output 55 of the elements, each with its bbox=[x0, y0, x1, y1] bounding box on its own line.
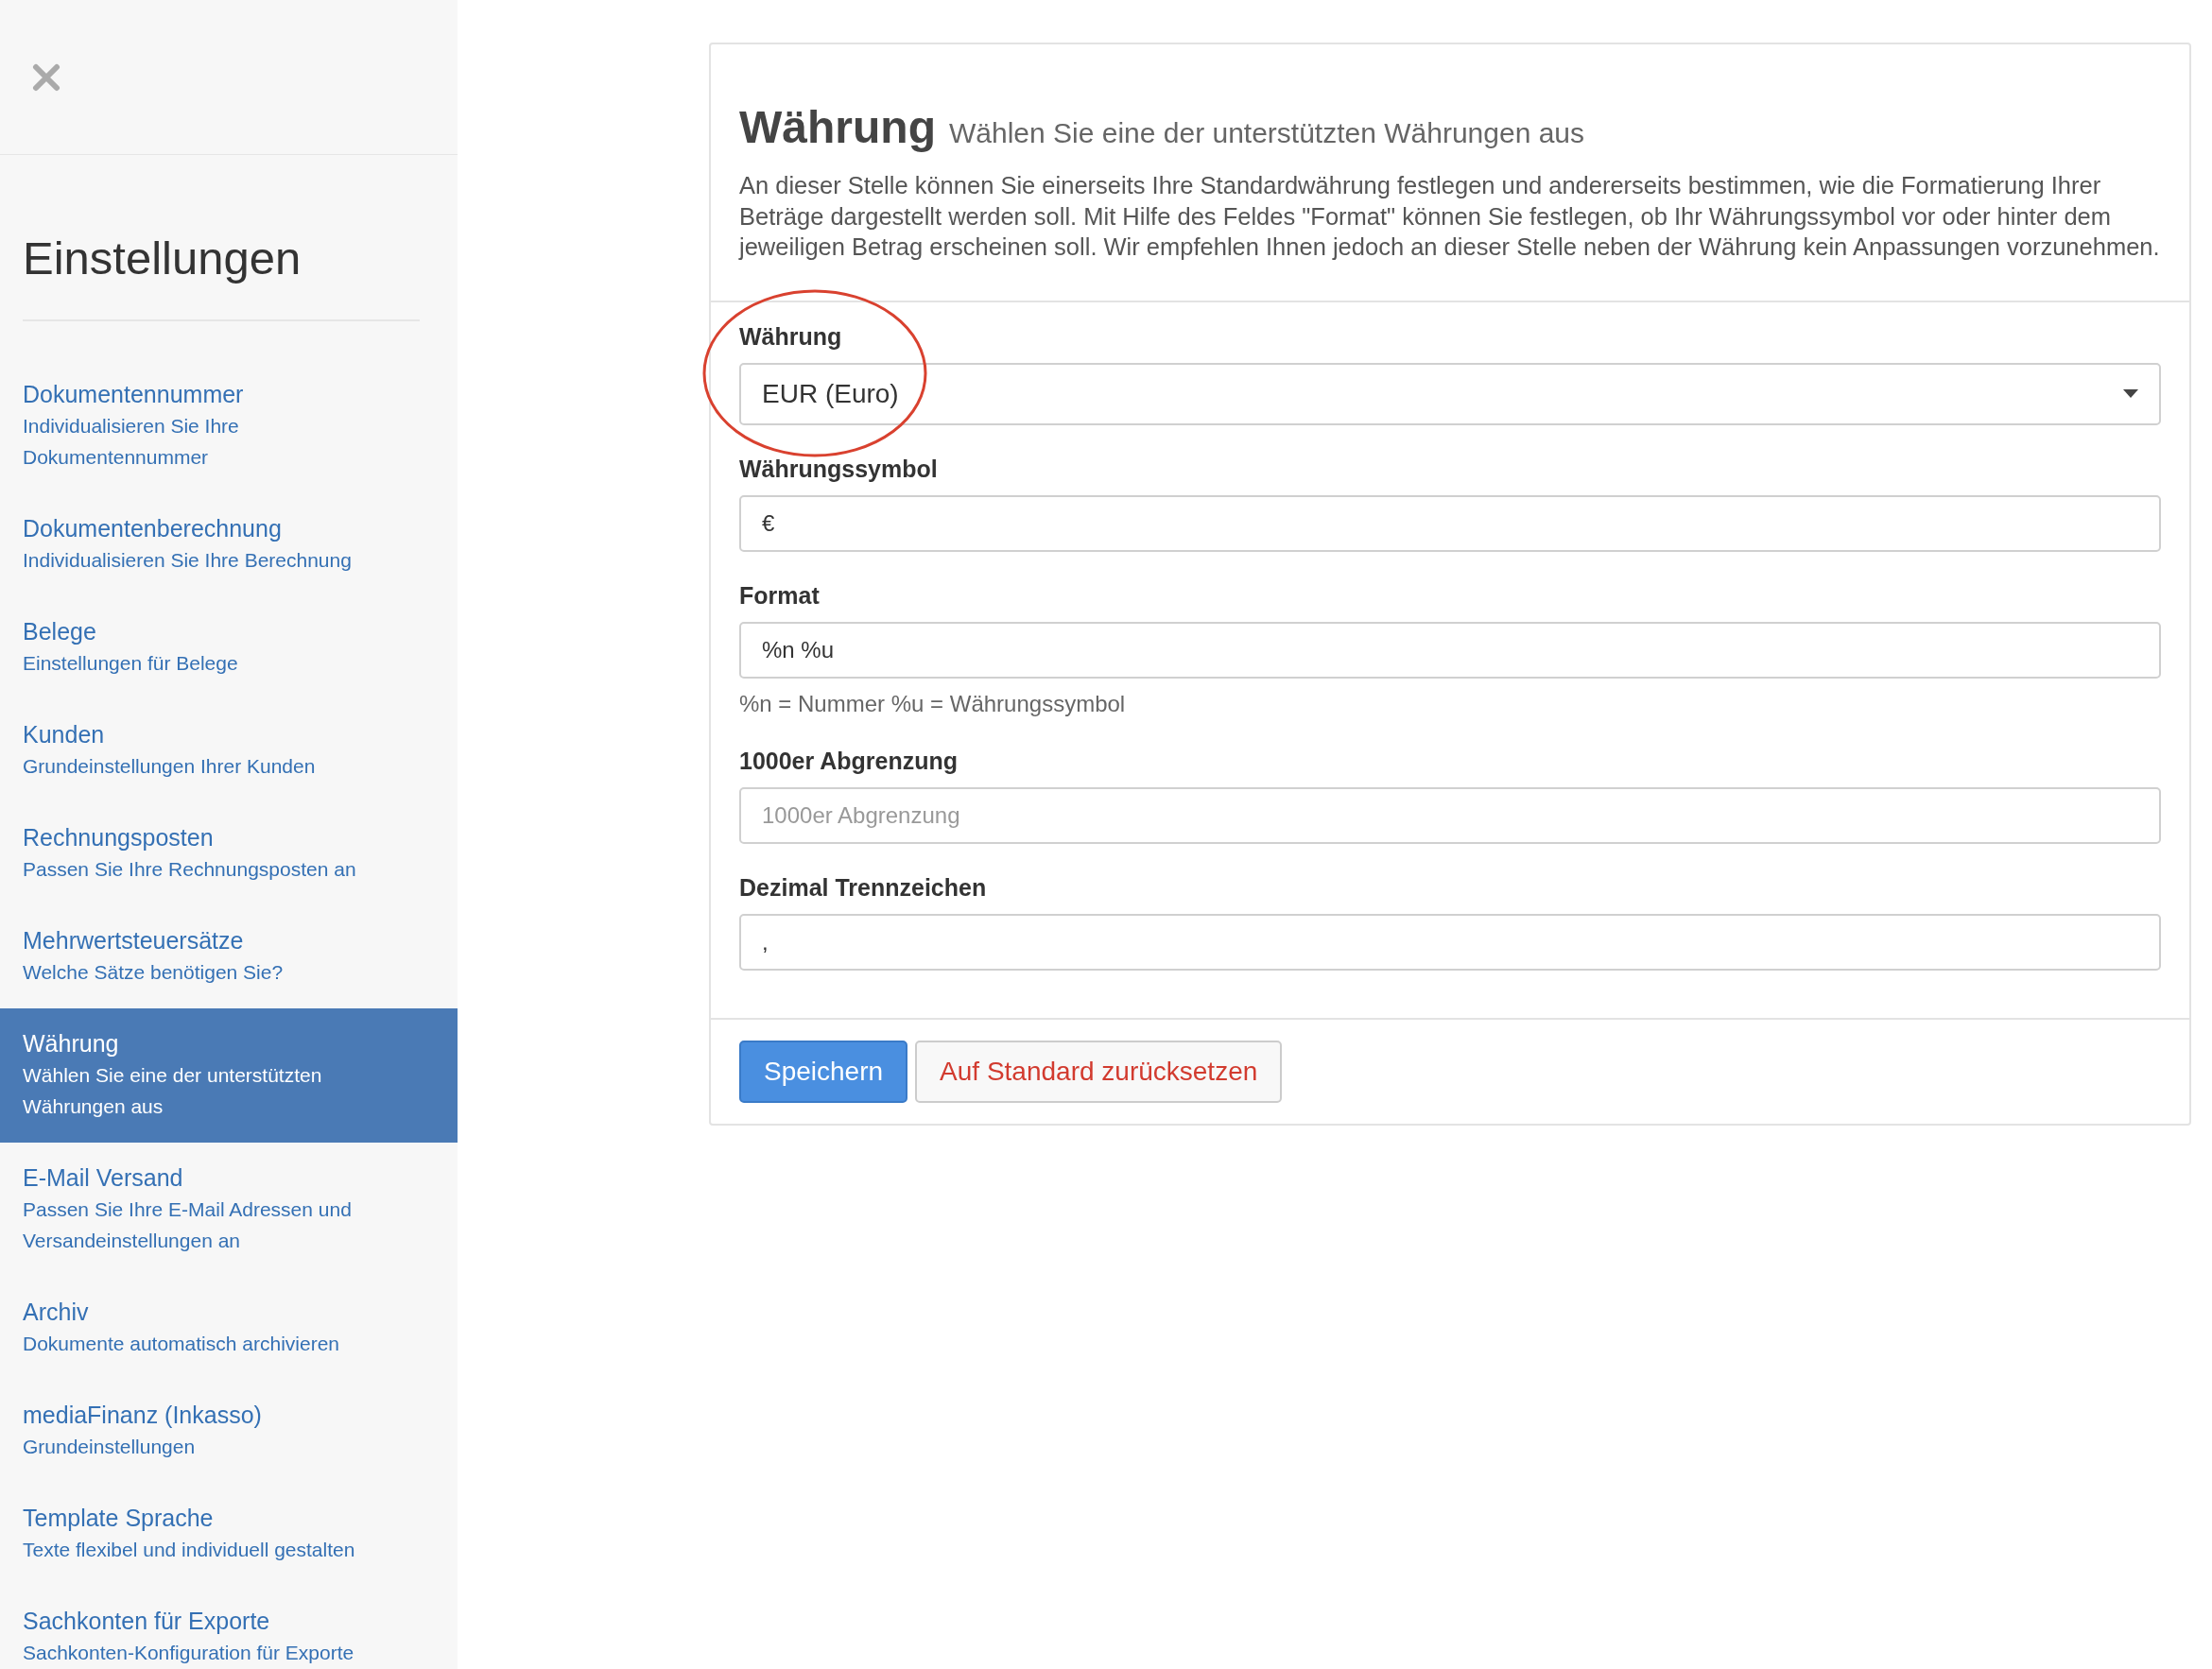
sidebar-item-subtitle: Texte flexibel und individuell gestalten bbox=[23, 1538, 356, 1562]
field-label: Dezimal Trennzeichen bbox=[739, 872, 988, 903]
reset-button[interactable]: Auf Standard zurücksetzen bbox=[915, 1040, 1283, 1103]
sidebar-item[interactable]: Archiv Dokumente automatisch archivieren bbox=[0, 1277, 458, 1380]
field-label: Währungssymbol bbox=[739, 454, 939, 484]
sidebar-item-title: Dokumentennummer bbox=[23, 380, 245, 409]
sidebar-item[interactable]: Mehrwertsteuersätze Welche Sätze benötigen Sie? bbox=[0, 905, 458, 1008]
sidebar-item[interactable]: Template Sprache Texte flexibel und individuell gestalten bbox=[0, 1483, 458, 1586]
panel-description: An dieser Stelle können Sie einerseits Ihre Standardwährung festlegen und andererseits bestimmen, wie die Formatierung Ihrer Beträge dargestellt werden soll. Mit Hilfe des Feldes "Format" können Sie festlegen, ob Ihr Währungssymbol vor oder hinter dem jeweiligen Betrag erscheinen soll. Wir empfehlen Ihnen jedoch an dieser Stelle neben der Währung kein Anpassungen vorzunehmen. bbox=[739, 171, 2161, 262]
field-label: Format bbox=[739, 580, 821, 611]
sidebar-item-title: Archiv bbox=[23, 1298, 90, 1327]
input-field[interactable]: %n %u bbox=[739, 621, 2161, 679]
sidebar-item-subtitle: Sachkonten-Konfiguration für Exporte bbox=[23, 1641, 355, 1665]
sidebar-item[interactable]: mediaFinanz (Inkasso) Grundeinstellungen bbox=[0, 1380, 458, 1483]
sidebar-item-title: Kunden bbox=[23, 720, 106, 749]
field-label: Währung bbox=[739, 321, 843, 352]
sidebar-item-subtitle: Welche Sätze benötigen Sie? bbox=[23, 960, 285, 985]
sidebar-item-title: Template Sprache bbox=[23, 1504, 215, 1533]
sidebar-item-title: Währung bbox=[23, 1029, 120, 1058]
sidebar-item-title: Belege bbox=[23, 617, 97, 646]
sidebar-item-subtitle: Grundeinstellungen bbox=[23, 1435, 197, 1459]
input-field[interactable]: 1000er Abgrenzung bbox=[739, 786, 2161, 844]
sidebar-item-subtitle: Individualisieren Sie Ihre Berechnung bbox=[23, 548, 353, 573]
sidebar-item-title: Mehrwertsteuersätze bbox=[23, 926, 245, 955]
sidebar-item-subtitle: Grundeinstellungen Ihrer Kunden bbox=[23, 754, 317, 779]
panel-title: Währung bbox=[739, 101, 936, 154]
caret-icon bbox=[2123, 389, 2138, 398]
sidebar-item[interactable]: Sachkonten für Exporte Sachkonten-Konfiguration für Exporte bbox=[0, 1586, 458, 1669]
sidebar-item[interactable]: Dokumentenberechnung Individualisieren Sie Ihre Berechnung bbox=[0, 493, 458, 596]
sidebar-item-subtitle: Einstellungen für Belege bbox=[23, 651, 239, 676]
input-field[interactable]: € bbox=[739, 494, 2161, 552]
sidebar-item-title: Rechnungsposten bbox=[23, 823, 215, 852]
save-button[interactable]: Speichern bbox=[739, 1040, 908, 1103]
help-text: %n = Nummer %u = Währungssymbol bbox=[739, 690, 1127, 717]
sidebar-item[interactable]: Belege Einstellungen für Belege bbox=[0, 596, 458, 699]
panel-subtitle: Wählen Sie eine der unterstützten Währungen aus bbox=[948, 117, 1585, 149]
sidebar-item-subtitle: Individualisieren Sie Ihre Dokumentennummer bbox=[23, 414, 240, 470]
sidebar-item-subtitle: Wählen Sie eine der unterstützten Währungen aus bbox=[23, 1063, 323, 1119]
sidebar-item-title: Sachkonten für Exporte bbox=[23, 1607, 271, 1636]
sidebar-item-subtitle: Passen Sie Ihre Rechnungsposten an bbox=[23, 857, 357, 882]
field-label: 1000er Abgrenzung bbox=[739, 746, 959, 776]
sidebar-item-title: E-Mail Versand bbox=[23, 1163, 184, 1193]
sidebar-item[interactable]: E-Mail Versand Passen Sie Ihre E-Mail Adressen und Versandeinstellungen an bbox=[0, 1143, 458, 1277]
sidebar-item[interactable]: Währung Wählen Sie eine der unterstützten Währungen aus bbox=[0, 1008, 458, 1143]
currency-select[interactable]: EUR (Euro) bbox=[739, 362, 2161, 425]
sidebar-item-title: mediaFinanz (Inkasso) bbox=[23, 1401, 263, 1430]
sidebar-item-title: Dokumentenberechnung bbox=[23, 514, 283, 543]
sidebar-title: Einstellungen bbox=[23, 230, 420, 321]
close-icon[interactable] bbox=[32, 62, 60, 92]
input-field[interactable]: , bbox=[739, 913, 2161, 971]
sidebar-item[interactable]: Rechnungsposten Passen Sie Ihre Rechnungsposten an bbox=[0, 802, 458, 905]
sidebar-item-subtitle: Dokumente automatisch archivieren bbox=[23, 1332, 340, 1356]
sidebar-item-subtitle: Passen Sie Ihre E-Mail Adressen und Versandeinstellungen an bbox=[23, 1197, 353, 1253]
sidebar-item[interactable]: Kunden Grundeinstellungen Ihrer Kunden bbox=[0, 699, 458, 802]
sidebar-item[interactable]: Dokumentennummer Individualisieren Sie Ihre Dokumentennummer bbox=[0, 359, 458, 493]
